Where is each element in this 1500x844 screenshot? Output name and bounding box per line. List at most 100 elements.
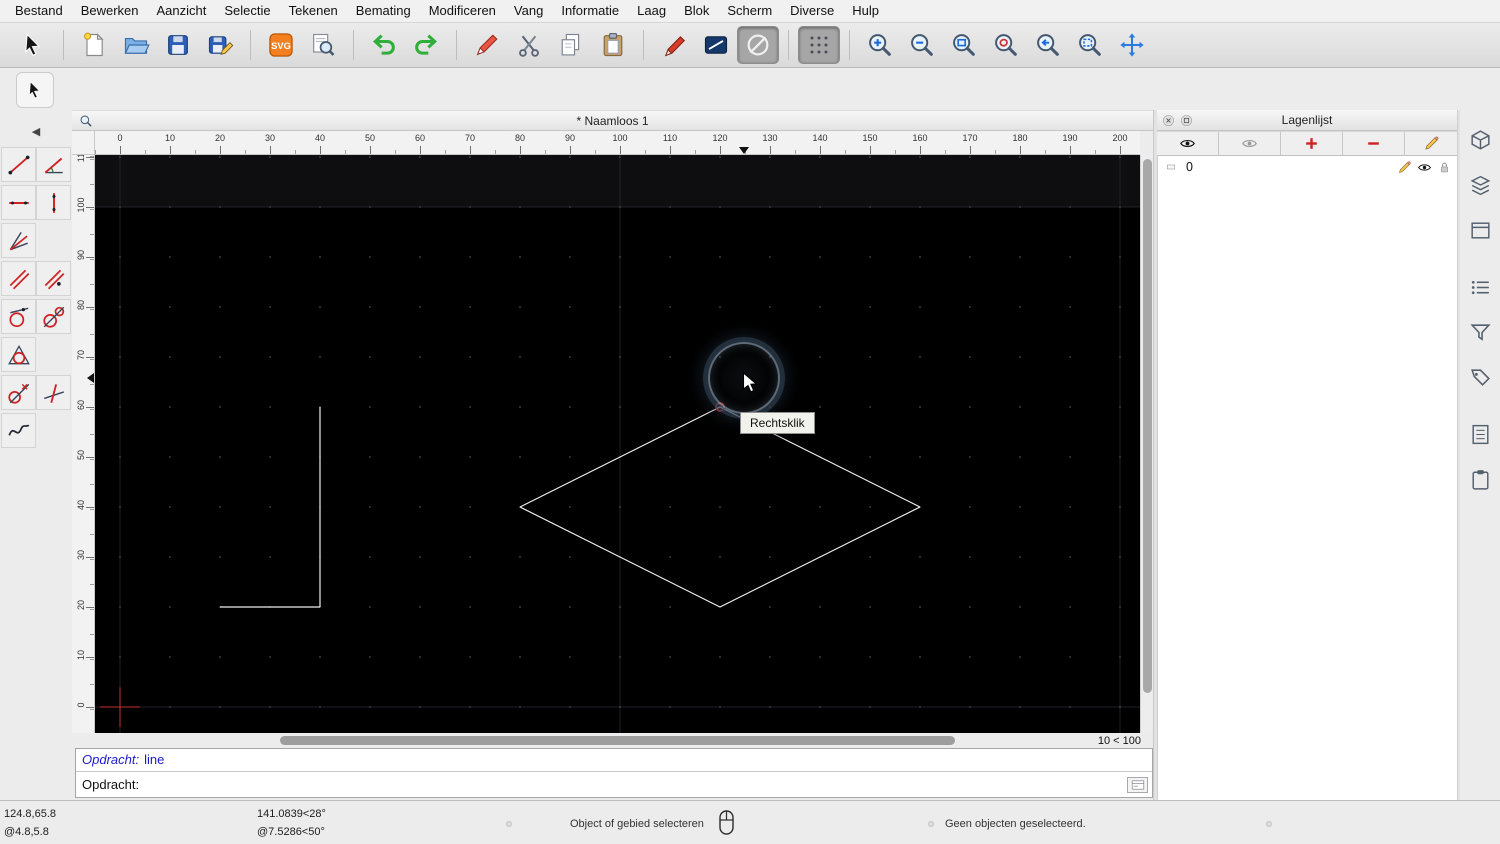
pencil-icon <box>1423 135 1440 152</box>
ruler-pointer-x <box>739 147 749 154</box>
menu-item-bemating[interactable]: Bemating <box>347 0 420 22</box>
line-two-points-button[interactable] <box>1 147 36 182</box>
freehand-line-icon <box>6 418 32 444</box>
command-input[interactable] <box>145 775 1127 794</box>
plus-icon <box>1303 135 1320 152</box>
new-doc-button[interactable] <box>73 26 115 64</box>
save-as-button[interactable] <box>199 26 241 64</box>
funnel-panel-button[interactable] <box>1464 316 1496 348</box>
ruler-label-y: 110 <box>76 155 86 165</box>
menu-item-scherm[interactable]: Scherm <box>718 0 781 22</box>
menu-item-bestand[interactable]: Bestand <box>6 0 72 22</box>
vertical-scrollbar-thumb[interactable] <box>1143 159 1152 693</box>
main-toolbar: SVG <box>0 23 1500 68</box>
command-history-label: Opdracht: <box>82 752 139 767</box>
line-bisector-button[interactable] <box>1 223 36 258</box>
modify-layer-button[interactable] <box>1405 131 1457 155</box>
window-panel-button[interactable] <box>1464 214 1496 246</box>
menu-item-hulp[interactable]: Hulp <box>843 0 888 22</box>
paste-button[interactable] <box>592 26 634 64</box>
remove-layer-button[interactable] <box>1343 131 1405 155</box>
ruler-label-y: 50 <box>76 445 86 465</box>
command-options-button[interactable] <box>1127 777 1148 793</box>
palette-collapse-button[interactable]: ◀ <box>0 118 72 144</box>
ruler-label-x: 30 <box>265 133 275 143</box>
zoom-pan-button[interactable] <box>1111 26 1153 64</box>
menu-item-bewerken[interactable]: Bewerken <box>72 0 148 22</box>
copy-button[interactable] <box>550 26 592 64</box>
circle-slash-button[interactable] <box>737 26 779 64</box>
save-button[interactable] <box>157 26 199 64</box>
show-all-layers-button[interactable] <box>1157 131 1219 155</box>
menu-item-laag[interactable]: Laag <box>628 0 675 22</box>
line-tangent-circle-button[interactable] <box>1 375 36 410</box>
layer-name: 0 <box>1186 160 1392 174</box>
delete-pen-button[interactable] <box>466 26 508 64</box>
circle-inscribed-button[interactable] <box>1 337 36 372</box>
canvas-graphics <box>95 155 1140 733</box>
menu-item-informatie[interactable]: Informatie <box>552 0 628 22</box>
undo-button[interactable] <box>363 26 405 64</box>
svg-export-button[interactable]: SVG <box>260 26 302 64</box>
ruler-tick-x <box>370 146 371 154</box>
edit-pen-button[interactable] <box>653 26 695 64</box>
tag-panel-button[interactable] <box>1464 361 1496 393</box>
tool-row <box>0 223 72 258</box>
zoom-auto-button[interactable] <box>943 26 985 64</box>
status-indicator <box>928 821 934 827</box>
menu-item-selectie[interactable]: Selectie <box>215 0 279 22</box>
ruler-tick-x <box>820 146 821 154</box>
horizontal-scrollbar[interactable] <box>95 733 1085 748</box>
menu-bar: BestandBewerkenAanzichtSelectieTekenenBe… <box>0 0 1500 23</box>
line-vertical-button[interactable] <box>36 185 71 220</box>
circle-tangent-line-button[interactable] <box>36 299 71 334</box>
drawing-canvas[interactable]: Rechtsklik <box>95 155 1140 733</box>
line-parallel-button[interactable] <box>1 261 36 296</box>
lines-page-panel-button[interactable] <box>1464 418 1496 450</box>
layers-list: 0 <box>1157 156 1457 800</box>
grid-toggle-button[interactable] <box>798 26 840 64</box>
line-tangent-circle-icon <box>6 380 32 406</box>
box-3d-icon <box>1468 128 1493 153</box>
menu-item-aanzicht[interactable]: Aanzicht <box>148 0 216 22</box>
cursor-button[interactable] <box>12 26 54 64</box>
zoom-out-button[interactable] <box>901 26 943 64</box>
ruler-label-y: 0 <box>76 695 86 715</box>
circle-tangent-point-button[interactable] <box>1 299 36 334</box>
line-orthogonal-button[interactable] <box>36 375 71 410</box>
line-parallel-icon <box>6 266 32 292</box>
menu-item-vang[interactable]: Vang <box>505 0 552 22</box>
redo-button[interactable] <box>405 26 447 64</box>
cut-button[interactable] <box>508 26 550 64</box>
attributes-button[interactable] <box>695 26 737 64</box>
cut-icon <box>515 31 543 59</box>
vertical-scrollbar[interactable] <box>1140 155 1153 733</box>
list-panel-button[interactable] <box>1464 271 1496 303</box>
hide-all-layers-button[interactable] <box>1219 131 1281 155</box>
layer-row[interactable]: 0 <box>1158 156 1457 178</box>
open-folder-button[interactable] <box>115 26 157 64</box>
menu-item-blok[interactable]: Blok <box>675 0 718 22</box>
print-preview-button[interactable] <box>302 26 344 64</box>
menu-item-diverse[interactable]: Diverse <box>781 0 843 22</box>
ruler-tick-x <box>670 146 671 154</box>
layers-panel-button[interactable] <box>1464 169 1496 201</box>
menu-item-modificeren[interactable]: Modificeren <box>420 0 505 22</box>
line-angle-button[interactable] <box>36 147 71 182</box>
line-horizontal-button[interactable] <box>1 185 36 220</box>
zoom-redraw-button[interactable] <box>985 26 1027 64</box>
horizontal-scrollbar-thumb[interactable] <box>280 736 955 745</box>
zoom-in-button[interactable] <box>859 26 901 64</box>
freehand-line-button[interactable] <box>1 413 36 448</box>
select-tool-button[interactable] <box>16 72 54 108</box>
vertical-ruler-ticks <box>90 155 94 733</box>
clipboard-panel-panel-button[interactable] <box>1464 463 1496 495</box>
box-3d-panel-button[interactable] <box>1464 124 1496 156</box>
document-tab-bar[interactable]: * Naamloos 1 <box>72 110 1153 131</box>
zoom-previous-button[interactable] <box>1027 26 1069 64</box>
ruler-label-y: 10 <box>76 645 86 665</box>
add-layer-button[interactable] <box>1281 131 1343 155</box>
zoom-window-button[interactable] <box>1069 26 1111 64</box>
line-parallel-through-point-button[interactable] <box>36 261 71 296</box>
menu-item-tekenen[interactable]: Tekenen <box>280 0 347 22</box>
